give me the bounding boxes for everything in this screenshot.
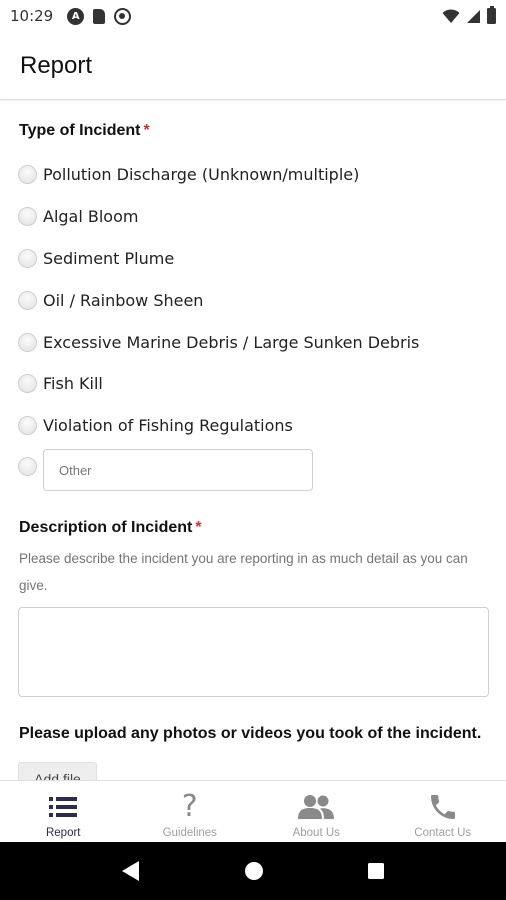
nav-tab-about-us[interactable]: About Us [253, 781, 380, 842]
other-input[interactable] [43, 449, 313, 491]
people-icon [298, 790, 335, 824]
radio-option-oil-sheen[interactable]: Oil / Rainbow Sheen [18, 287, 203, 313]
radio-option-pollution[interactable]: Pollution Discharge (Unknown/multiple) [18, 161, 359, 187]
nav-label-contact-us: Contact Us [414, 827, 472, 839]
wifi-icon [442, 8, 460, 23]
signal-icon [467, 9, 480, 23]
radio-option-algal-bloom[interactable]: Algal Bloom [18, 203, 138, 229]
type-of-incident-text: Type of Incident [19, 122, 141, 139]
system-icons [442, 6, 496, 24]
status-time: 10:29 [10, 7, 54, 25]
description-label: Description of Incident * [19, 519, 202, 537]
add-file-button[interactable]: Add file [18, 762, 97, 780]
required-mark: * [195, 519, 202, 536]
app-bar: Report [0, 32, 506, 100]
radio-label: Excessive Marine Debris / Large Sunken D… [43, 332, 420, 352]
recents-icon[interactable] [367, 862, 385, 880]
nav-tab-report[interactable]: Report [0, 781, 127, 842]
radio-label: Fish Kill [43, 373, 103, 393]
sync-icon [114, 7, 132, 25]
required-mark: * [143, 122, 150, 139]
radio-label: Pollution Discharge (Unknown/multiple) [43, 164, 360, 184]
radio-button[interactable] [18, 332, 37, 352]
list-icon [47, 790, 79, 824]
nav-tab-guidelines[interactable]: ? Guidelines [127, 781, 254, 842]
a-notification-icon: A [67, 7, 85, 25]
description-label-text: Description of Incident [19, 519, 193, 536]
radio-button[interactable] [18, 290, 37, 310]
radio-label: Oil / Rainbow Sheen [43, 290, 204, 310]
status-bar: 10:29 A [0, 0, 506, 32]
description-textarea[interactable] [18, 607, 489, 697]
battery-icon [487, 6, 496, 24]
report-form: Type of Incident * Pollution Discharge (U… [0, 101, 506, 780]
radio-button[interactable] [18, 415, 37, 435]
bottom-nav: Report ? Guidelines About Us Contact Us [0, 780, 506, 842]
radio-button[interactable] [18, 206, 37, 226]
back-icon[interactable] [121, 860, 141, 882]
radio-option-other[interactable] [18, 453, 37, 479]
radio-button[interactable] [18, 456, 37, 476]
radio-option-marine-debris[interactable]: Excessive Marine Debris / Large Sunken D… [18, 329, 419, 355]
description-helper-text: Please describe the incident you are rep… [19, 551, 468, 593]
notification-icons: A [67, 7, 132, 25]
radio-button[interactable] [18, 373, 37, 393]
radio-label: Algal Bloom [43, 206, 139, 226]
radio-label: Sediment Plume [43, 248, 175, 268]
nav-label-report: Report [45, 827, 81, 839]
nav-label-guidelines: Guidelines [162, 827, 217, 839]
radio-option-fish-kill[interactable]: Fish Kill [18, 370, 103, 396]
radio-button[interactable] [18, 164, 37, 184]
nav-label-about-us: About Us [292, 827, 340, 839]
type-of-incident-label: Type of Incident * [19, 122, 150, 140]
radio-option-fishing-violation[interactable]: Violation of Fishing Regulations [18, 412, 293, 438]
question-icon: ? [181, 789, 198, 824]
sd-card-icon [93, 8, 106, 24]
nav-tab-contact-us[interactable]: Contact Us [380, 781, 506, 842]
android-navigation-bar [0, 842, 506, 900]
radio-button[interactable] [18, 248, 37, 268]
page-title: Report [20, 51, 93, 79]
radio-label: Violation of Fishing Regulations [43, 415, 293, 435]
phone-icon [427, 790, 459, 824]
radio-option-sediment-plume[interactable]: Sediment Plume [18, 245, 174, 271]
upload-label: Please upload any photos or videos you t… [19, 725, 482, 742]
home-icon[interactable] [244, 861, 264, 881]
